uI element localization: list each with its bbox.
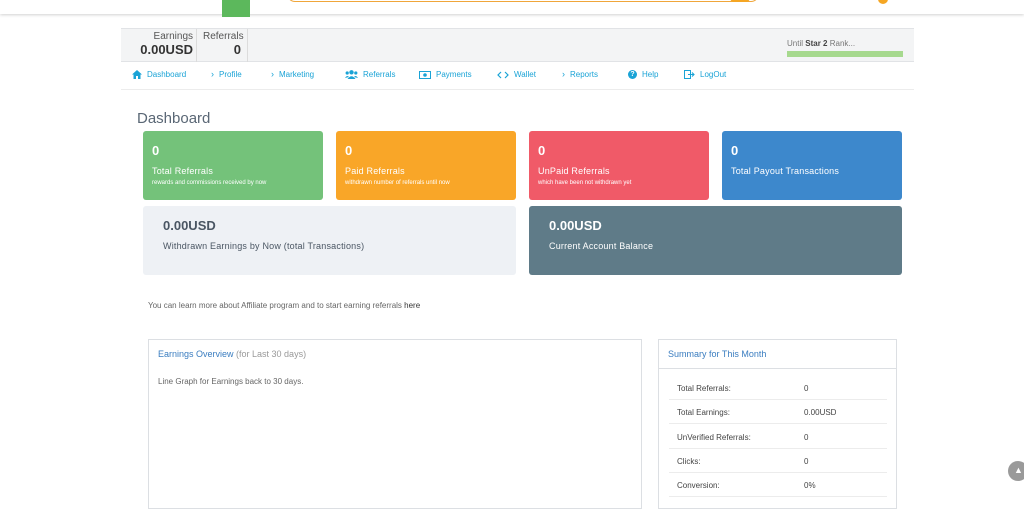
referrals-value: 0: [233, 42, 241, 57]
panel-description: Line Graph for Earnings back to 30 days.: [158, 377, 304, 386]
main-nav: Dashboard › Profile › Marketing Referral…: [121, 64, 914, 90]
card-value: 0: [152, 143, 160, 158]
summary-value: 0: [804, 384, 809, 393]
chevron-up-icon: ▲: [1014, 465, 1023, 475]
card-title: UnPaid Referrals: [538, 166, 610, 176]
nav-wallet[interactable]: Wallet: [497, 70, 536, 79]
nav-label: Profile: [219, 70, 242, 79]
summary-row: UnVerified Referrals: 0: [669, 425, 887, 449]
earnings-overview-panel: Earnings Overview (for Last 30 days) Lin…: [148, 339, 642, 509]
earnings-value: 0.00USD: [140, 42, 193, 57]
nav-referrals[interactable]: Referrals: [345, 70, 395, 79]
card-title: Paid Referrals: [345, 166, 405, 176]
summary-row: Total Referrals: 0: [669, 376, 887, 400]
summary-label: Clicks:: [677, 457, 701, 466]
card-title: Total Referrals: [152, 166, 214, 176]
code-icon: [497, 71, 509, 78]
users-icon: [345, 70, 358, 79]
summary-row: Clicks: 0: [669, 449, 887, 473]
chevron-right-icon: ›: [562, 69, 565, 79]
notification-badge[interactable]: [878, 0, 888, 4]
card-title: Total Payout Transactions: [731, 166, 840, 176]
rank-progress: Until Star 2 Rank...: [787, 39, 903, 57]
nav-label: LogOut: [700, 70, 727, 79]
summary-label: Total Referrals:: [677, 384, 731, 393]
chevron-right-icon: ›: [271, 69, 274, 79]
panel-title: Summary for This Month: [659, 340, 896, 369]
card-value: 0: [345, 143, 353, 158]
nav-profile[interactable]: › Profile: [211, 69, 242, 80]
unpaid-referrals-card: 0 UnPaid Referrals which have been not w…: [529, 131, 709, 200]
summary-value: 0: [804, 457, 809, 466]
card-subtitle: rewards and commissions received by now: [152, 180, 267, 186]
nav-label: Dashboard: [147, 70, 187, 79]
nav-marketing[interactable]: › Marketing: [271, 69, 315, 80]
logout-icon: [684, 70, 695, 79]
card-value: 0: [538, 143, 546, 158]
summary-label: Conversion:: [677, 481, 720, 490]
panel-title: Earnings Overview: [158, 349, 234, 359]
nav-help[interactable]: ? Help: [628, 70, 658, 79]
card-value: 0.00USD: [163, 218, 216, 233]
nav-label: Referrals: [363, 70, 396, 79]
panel-header: Earnings Overview (for Last 30 days): [158, 349, 306, 359]
card-subtitle: withdrawn number of referrals until now: [345, 180, 450, 186]
summary-value: 0: [804, 433, 809, 442]
nav-logout[interactable]: LogOut: [684, 70, 726, 79]
stat-divider: [247, 29, 248, 62]
rank-progress-bar: [787, 51, 903, 57]
paid-referrals-card: 0 Paid Referrals withdrawn number of ref…: [336, 131, 516, 200]
summary-value: 0%: [804, 481, 816, 490]
nav-label: Wallet: [514, 70, 536, 79]
nav-label: Help: [642, 70, 659, 79]
referrals-stat: Referrals 0: [203, 31, 244, 57]
nav-label: Reports: [570, 70, 599, 79]
total-payout-card: 0 Total Payout Transactions: [722, 131, 902, 200]
panel-title-suffix: (for Last 30 days): [233, 349, 307, 359]
card-value: 0: [731, 143, 739, 158]
referrals-label: Referrals: [203, 31, 244, 42]
withdrawn-earnings-card: 0.00USD Withdrawn Earnings by Now (total…: [143, 206, 516, 275]
account-balance-card: 0.00USD Current Account Balance: [529, 206, 902, 275]
card-title: Current Account Balance: [549, 241, 654, 251]
summary-label: UnVerified Referrals:: [677, 433, 751, 442]
nav-payments[interactable]: Payments: [419, 70, 472, 79]
nav-dashboard[interactable]: Dashboard: [132, 70, 186, 79]
info-text: You can learn more about Affiliate progr…: [148, 301, 405, 310]
stats-bar: Earnings 0.00USD Referrals 0 Until Star …: [121, 28, 914, 62]
nav-label: Marketing: [279, 70, 315, 79]
earnings-label: Earnings: [153, 31, 193, 42]
money-icon: [419, 70, 431, 79]
question-circle-icon: ?: [628, 70, 637, 79]
scroll-to-top-button[interactable]: ▲: [1008, 461, 1024, 481]
earnings-stat: Earnings 0.00USD: [133, 31, 193, 57]
search-button[interactable]: [730, 0, 750, 2]
page-title: Dashboard: [137, 110, 211, 127]
affiliate-info-text: You can learn more about Affiliate progr…: [148, 301, 420, 310]
stat-divider: [196, 29, 197, 62]
nav-reports[interactable]: › Reports: [562, 69, 599, 80]
home-icon: [132, 70, 142, 79]
summary-panel: Summary for This Month Total Referrals: …: [658, 339, 897, 509]
summary-row: Conversion: 0%: [669, 473, 887, 497]
summary-value: 0.00USD: [804, 408, 837, 417]
total-referrals-card: 0 Total Referrals rewards and commission…: [143, 131, 323, 200]
card-value: 0.00USD: [549, 218, 602, 233]
rank-label: Until Star 2 Rank...: [787, 39, 856, 48]
affiliate-info-link[interactable]: here: [404, 301, 420, 310]
active-tab-indicator: [222, 0, 250, 17]
card-title: Withdrawn Earnings by Now (total Transac…: [163, 241, 365, 251]
nav-label: Payments: [436, 70, 472, 79]
summary-label: Total Earnings:: [677, 408, 730, 417]
chevron-right-icon: ›: [211, 69, 214, 79]
card-subtitle: which have been not withdrawn yet: [538, 180, 632, 186]
top-header: [0, 0, 1024, 17]
summary-row: Total Earnings: 0.00USD: [669, 400, 887, 424]
search-input[interactable]: [287, 0, 759, 2]
